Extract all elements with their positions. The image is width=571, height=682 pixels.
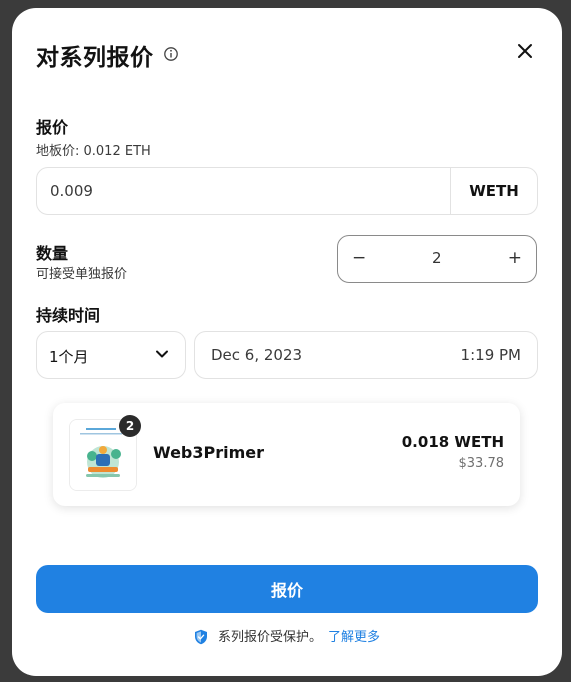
increment-button[interactable]: + xyxy=(508,248,522,268)
learn-more-link[interactable]: 了解更多 xyxy=(328,630,380,645)
info-icon[interactable] xyxy=(163,46,179,62)
floor-price: 地板价: 0.012 ETH xyxy=(36,144,151,159)
protection-text: 系列报价受保护。 xyxy=(217,630,322,645)
submit-offer-button[interactable]: 报价 xyxy=(36,565,538,613)
protection-notice: 系列报价受保护。 了解更多 xyxy=(12,626,562,646)
date-field[interactable]: Dec 6, 2023 xyxy=(211,346,302,364)
quantity-stepper: − 2 + xyxy=(337,235,537,283)
duration-value: 1个月 xyxy=(49,348,89,366)
modal-title: 对系列报价 xyxy=(36,45,154,71)
quantity-value[interactable]: 2 xyxy=(432,249,442,267)
chevron-down-icon xyxy=(156,350,168,358)
quantity-sub: 可接受单独报价 xyxy=(36,267,128,282)
duration-select[interactable]: 1个月 xyxy=(36,331,186,379)
price-input[interactable] xyxy=(37,168,450,214)
currency-selector[interactable]: WETH xyxy=(450,168,537,214)
price-field: WETH xyxy=(36,167,538,215)
item-card: 2 Web3Primer 0.018 WETH $33.78 xyxy=(53,403,520,506)
offer-modal: 对系列报价 报价 地板价: 0.012 ETH WETH 数量 可接受单独报价 … xyxy=(12,8,562,676)
collection-name: Web3Primer xyxy=(153,443,265,462)
total-price: 0.018 WETH xyxy=(401,433,504,451)
shield-icon xyxy=(194,629,207,644)
quantity-label: 数量 xyxy=(36,244,69,263)
duration-label: 持续时间 xyxy=(36,306,101,325)
price-label: 报价 xyxy=(36,118,69,137)
close-icon[interactable] xyxy=(514,40,536,62)
quantity-badge: 2 xyxy=(119,415,141,437)
expiration-datetime[interactable]: Dec 6, 2023 1:19 PM xyxy=(194,331,538,379)
total-price-usd: $33.78 xyxy=(458,456,505,471)
time-field[interactable]: 1:19 PM xyxy=(461,346,521,364)
decrement-button[interactable]: − xyxy=(352,248,366,268)
